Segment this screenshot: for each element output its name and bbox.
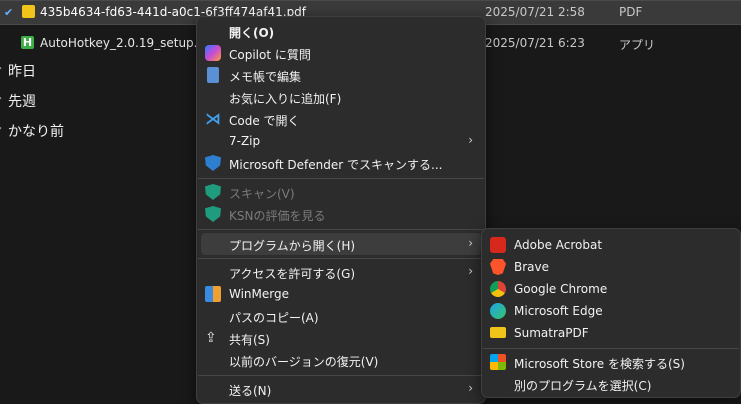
share-icon: ⇪: [205, 330, 217, 346]
kaspersky-shield-icon: [205, 184, 221, 200]
menu-item-send-to[interactable]: 送る(N) ›: [201, 378, 481, 400]
menu-separator: [198, 375, 484, 376]
submenu-item-chrome[interactable]: Google Chrome: [486, 278, 736, 300]
menu-item-copilot[interactable]: Copilot に質問: [201, 42, 481, 64]
menu-item-vscode[interactable]: ⋊ Code で開く: [201, 108, 481, 130]
submenu-item-edge[interactable]: Microsoft Edge: [486, 300, 736, 322]
file-type: PDF: [619, 5, 643, 19]
file-date: 2025/07/21 2:58: [485, 5, 585, 19]
menu-separator: [198, 229, 484, 230]
edge-icon: [490, 303, 506, 319]
menu-item-copy-path[interactable]: パスのコピー(A): [201, 305, 481, 327]
menu-item-notepad[interactable]: メモ帳で編集: [201, 64, 481, 86]
menu-item-kaspersky-scan[interactable]: スキャン(V): [201, 181, 481, 203]
autohotkey-icon: H: [21, 36, 34, 49]
chevron-right-icon: ›: [468, 133, 473, 147]
file-type: アプリ: [619, 38, 656, 52]
menu-item-grant-access[interactable]: アクセスを許可する(G) ›: [201, 261, 481, 283]
sumatra-pdf-icon: [490, 327, 506, 338]
menu-item-winmerge[interactable]: WinMerge: [201, 283, 481, 305]
defender-shield-icon: [205, 155, 221, 171]
menu-separator: [483, 348, 739, 349]
menu-separator: [198, 258, 484, 259]
menu-item-share[interactable]: ⇪ 共有(S): [201, 327, 481, 349]
menu-item-open-with[interactable]: プログラムから開く(H) ›: [201, 233, 481, 255]
menu-item-open[interactable]: 開く(O): [201, 20, 481, 42]
chrome-icon: [490, 281, 506, 297]
brave-icon: [490, 259, 506, 275]
open-with-submenu: Adobe Acrobat Brave Google Chrome Micros…: [481, 228, 741, 398]
copilot-icon: [205, 45, 221, 61]
microsoft-store-icon: [490, 354, 506, 370]
menu-item-ksn-rating[interactable]: KSNの評価を見る: [201, 203, 481, 225]
menu-item-favorites[interactable]: お気に入りに追加(F): [201, 86, 481, 108]
chevron-right-icon: ›: [468, 236, 473, 250]
chevron-right-icon: ›: [0, 123, 2, 134]
submenu-item-adobe-acrobat[interactable]: Adobe Acrobat: [486, 234, 736, 256]
submenu-item-sumatrapdf[interactable]: SumatraPDF: [486, 322, 736, 344]
context-menu: 開く(O) Copilot に質問 メモ帳で編集 お気に入りに追加(F) ⋊ C…: [196, 16, 486, 404]
menu-separator: [198, 178, 484, 179]
submenu-item-choose-another[interactable]: 別のプログラムを選択(C): [486, 373, 736, 395]
submenu-item-microsoft-store[interactable]: Microsoft Store を検索する(S): [486, 351, 736, 373]
chevron-right-icon: ›: [468, 381, 473, 395]
chevron-right-icon: ›: [0, 63, 2, 74]
winmerge-icon: [205, 286, 221, 302]
chevron-right-icon: ›: [468, 264, 473, 278]
submenu-item-brave[interactable]: Brave: [486, 256, 736, 278]
file-name: AutoHotkey_2.0.19_setup.exe: [40, 36, 219, 50]
vscode-icon: ⋊: [205, 109, 221, 128]
kaspersky-shield-icon: [205, 206, 221, 222]
menu-item-defender[interactable]: Microsoft Defender でスキャンする...: [201, 152, 481, 174]
menu-item-7zip[interactable]: 7-Zip ›: [201, 130, 481, 152]
menu-item-restore-versions[interactable]: 以前のバージョンの復元(V): [201, 349, 481, 371]
chevron-right-icon: ›: [0, 93, 2, 104]
notepad-icon: [207, 67, 219, 83]
file-date: 2025/07/21 6:23: [485, 36, 585, 50]
adobe-acrobat-icon: [490, 237, 506, 253]
checkbox-checked-icon[interactable]: ✔: [4, 6, 17, 19]
sumatra-pdf-icon: [22, 5, 35, 18]
